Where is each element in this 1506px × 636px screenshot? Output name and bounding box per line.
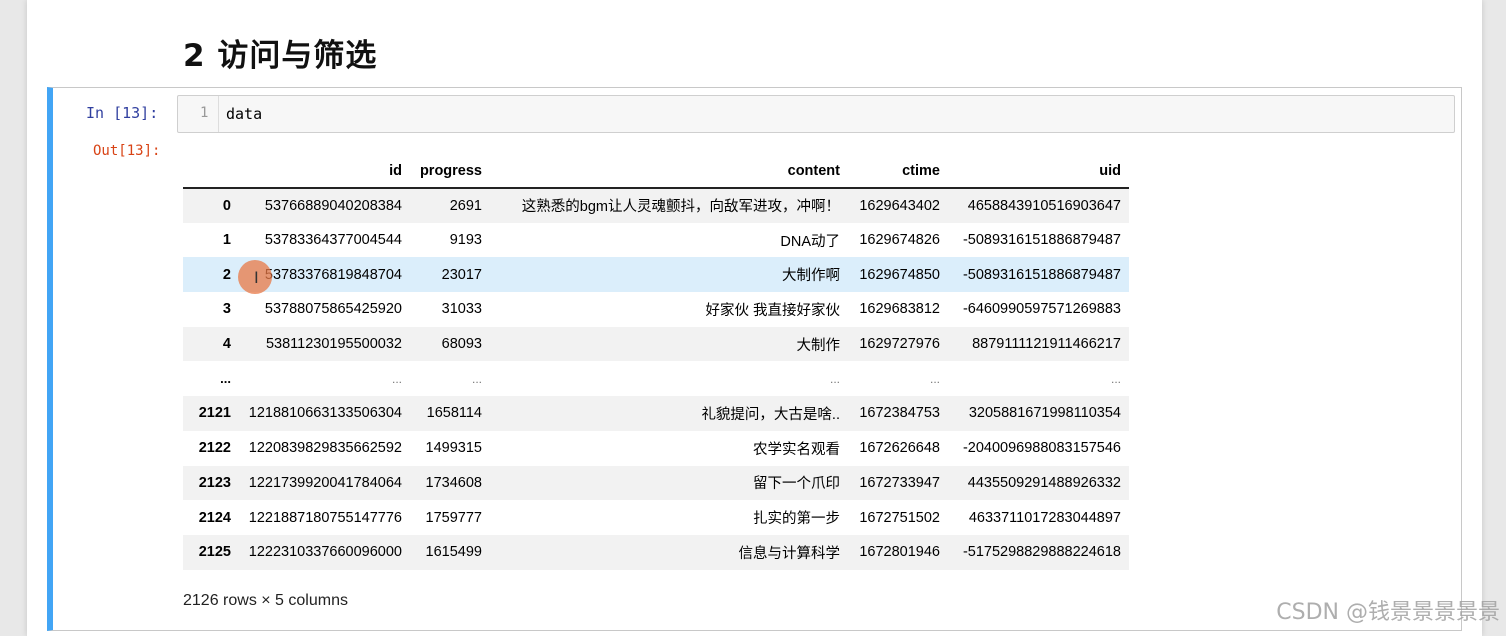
cell-id: 1221739920041784064 bbox=[248, 474, 402, 491]
out-prompt: Out[13]: bbox=[93, 143, 161, 159]
cell-uid: -5175298829888224618 bbox=[962, 544, 1121, 561]
cell-content: 信息与计算科学 bbox=[738, 545, 841, 562]
cell-progress: ... bbox=[471, 371, 482, 386]
header-id: id bbox=[239, 154, 410, 189]
cell-ctime: 1672626648 bbox=[859, 440, 940, 457]
cell-uid: 8879111121911466217 bbox=[972, 336, 1121, 353]
cell-ctime: 1672733947 bbox=[859, 474, 940, 491]
cell-id: 53811230195500032 bbox=[265, 336, 402, 353]
cell-content: ... bbox=[829, 371, 840, 386]
row-index: 2122 bbox=[198, 440, 231, 457]
cell-progress: 23017 bbox=[441, 266, 482, 283]
header-uid: uid bbox=[948, 154, 1129, 189]
watermark: CSDN @钱景景景景景 bbox=[1276, 600, 1500, 625]
cell-content: 礼貌提问，大古是啥.. bbox=[701, 406, 840, 423]
table-row: 0 53766889040208384 2691 这熟悉的bgm让人灵魂颤抖，向… bbox=[183, 188, 1129, 223]
cell-uid: -5089316151886879487 bbox=[962, 232, 1121, 249]
cell-uid: 4633711017283044897 bbox=[968, 509, 1121, 526]
row-index: 1 bbox=[222, 232, 231, 249]
cell-ctime: 1672384753 bbox=[859, 405, 940, 422]
code-text[interactable]: data bbox=[226, 105, 262, 123]
cell-id: 1218810663133506304 bbox=[248, 405, 402, 422]
cell-id: 1222310337660096000 bbox=[248, 544, 402, 561]
cell-content: 农学实名观看 bbox=[753, 441, 840, 458]
cell-ctime: 1629727976 bbox=[859, 336, 940, 353]
cell-uid: 4435509291488926332 bbox=[967, 474, 1121, 491]
cell-ctime: 1672801946 bbox=[859, 544, 940, 561]
cell-content: 留下一个爪印 bbox=[753, 476, 840, 493]
cell-uid: -5089316151886879487 bbox=[962, 266, 1121, 283]
cell-ctime: 1629683812 bbox=[859, 301, 940, 318]
row-index: 2124 bbox=[198, 509, 231, 526]
cell-id: 1221887180755147776 bbox=[248, 509, 402, 526]
row-index: 4 bbox=[222, 336, 231, 353]
row-index: 3 bbox=[222, 301, 231, 318]
cell-uid: 3205881671998110354 bbox=[968, 405, 1121, 422]
row-index: 2121 bbox=[198, 405, 231, 422]
table-row-ellipsis: ... ... ... ... ... ... bbox=[183, 361, 1129, 397]
cell-content: DNA动了 bbox=[780, 233, 840, 250]
cell-ctime: 1629674850 bbox=[859, 266, 940, 283]
row-index: 0 bbox=[222, 197, 231, 214]
cell-content: 大制作啊 bbox=[782, 268, 840, 285]
table-row: 4 53811230195500032 68093 大制作 1629727976… bbox=[183, 326, 1129, 362]
cell-progress: 68093 bbox=[441, 336, 482, 353]
table-row: 2124 1221887180755147776 1759777 扎实的第一步 … bbox=[183, 500, 1129, 535]
cell-content: 这熟悉的bgm让人灵魂颤抖，向敌军进攻，冲啊！ bbox=[521, 199, 840, 216]
header-ctime: ctime bbox=[848, 154, 948, 189]
text-cursor-icon: I bbox=[254, 268, 259, 287]
code-input[interactable]: 1 data bbox=[177, 95, 1455, 133]
header-index bbox=[183, 154, 239, 189]
cell-content: 好家伙 我直接好家伙 bbox=[705, 302, 840, 319]
cell-content: 大制作 bbox=[796, 337, 841, 354]
cell-id: ... bbox=[391, 371, 402, 386]
cell-progress: 1499315 bbox=[425, 440, 482, 457]
cell-uid: -6460990597571269883 bbox=[962, 301, 1121, 318]
cell-id: 1220839829835662592 bbox=[248, 440, 402, 457]
cell-ctime: 1629674826 bbox=[859, 232, 940, 249]
cell-uid: 4658843910516903647 bbox=[967, 197, 1121, 214]
cell-id: 53766889040208384 bbox=[264, 197, 402, 214]
table-row: 2125 1222310337660096000 1615499 信息与计算科学… bbox=[183, 534, 1129, 570]
cell-content: 扎实的第一步 bbox=[753, 511, 840, 528]
cell-progress: 1615499 bbox=[425, 544, 482, 561]
cell-uid: -2040096988083157546 bbox=[962, 440, 1121, 457]
table-row: 1 53783364377004544 9193 DNA动了 162967482… bbox=[183, 222, 1129, 258]
dataframe-table: id progress content ctime uid 0 53766889… bbox=[183, 154, 1129, 570]
table-header-row: id progress content ctime uid bbox=[183, 154, 1129, 189]
row-index: 2 bbox=[222, 266, 231, 283]
cell-progress: 1658114 bbox=[426, 405, 482, 422]
row-index: 2123 bbox=[198, 474, 231, 491]
table-row: 2122 1220839829835662592 1499315 农学实名观看 … bbox=[183, 430, 1129, 466]
cell-id: 53783364377004544 bbox=[264, 232, 402, 249]
table-row: 3 53788075865425920 31033 好家伙 我直接好家伙 162… bbox=[183, 292, 1129, 327]
in-prompt: In [13]: bbox=[86, 104, 159, 122]
table-row: 2123 1221739920041784064 1734608 留下一个爪印 … bbox=[183, 465, 1129, 501]
line-number: 1 bbox=[200, 105, 209, 121]
cell-progress: 9193 bbox=[449, 232, 482, 249]
gutter-divider bbox=[218, 96, 219, 132]
header-progress: progress bbox=[410, 154, 490, 189]
cell-progress: 2691 bbox=[449, 197, 482, 214]
dataframe-shape-info: 2126 rows × 5 columns bbox=[183, 592, 348, 609]
table-row-hovered: 2 53783376819848704 23017 大制作啊 162967485… bbox=[183, 257, 1129, 293]
cell-progress: 1759777 bbox=[425, 509, 482, 526]
cell-ctime: ... bbox=[929, 371, 940, 386]
row-index: 2125 bbox=[198, 544, 231, 561]
table-row: 2121 1218810663133506304 1658114 礼貌提问，大古… bbox=[183, 396, 1129, 431]
cell-ctime: 1629643402 bbox=[859, 197, 940, 214]
cell-uid: ... bbox=[1110, 371, 1121, 386]
row-index: ... bbox=[220, 371, 231, 387]
cell-ctime: 1672751502 bbox=[859, 509, 940, 526]
header-content: content bbox=[490, 154, 848, 189]
cell-progress: 31033 bbox=[441, 301, 482, 318]
cell-progress: 1734608 bbox=[425, 474, 482, 491]
cell-id: 53788075865425920 bbox=[264, 301, 402, 318]
section-heading: 2 访问与筛选 bbox=[183, 38, 378, 74]
